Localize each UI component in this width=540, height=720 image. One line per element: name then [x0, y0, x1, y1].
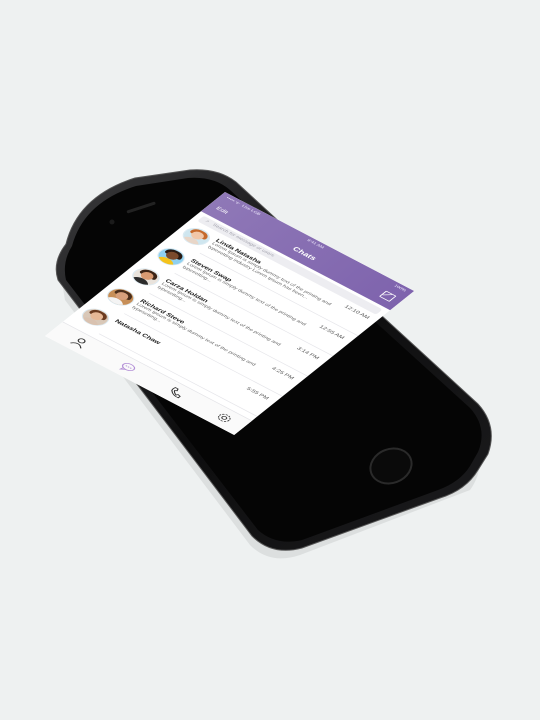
contacts-icon[interactable]	[67, 335, 95, 353]
search-icon: ⌕	[204, 219, 211, 224]
settings-icon[interactable]	[211, 410, 239, 428]
phone-icon[interactable]	[163, 385, 191, 403]
status-battery: 100%	[392, 283, 408, 293]
chat-icon[interactable]	[115, 360, 143, 378]
avatar	[76, 305, 115, 330]
